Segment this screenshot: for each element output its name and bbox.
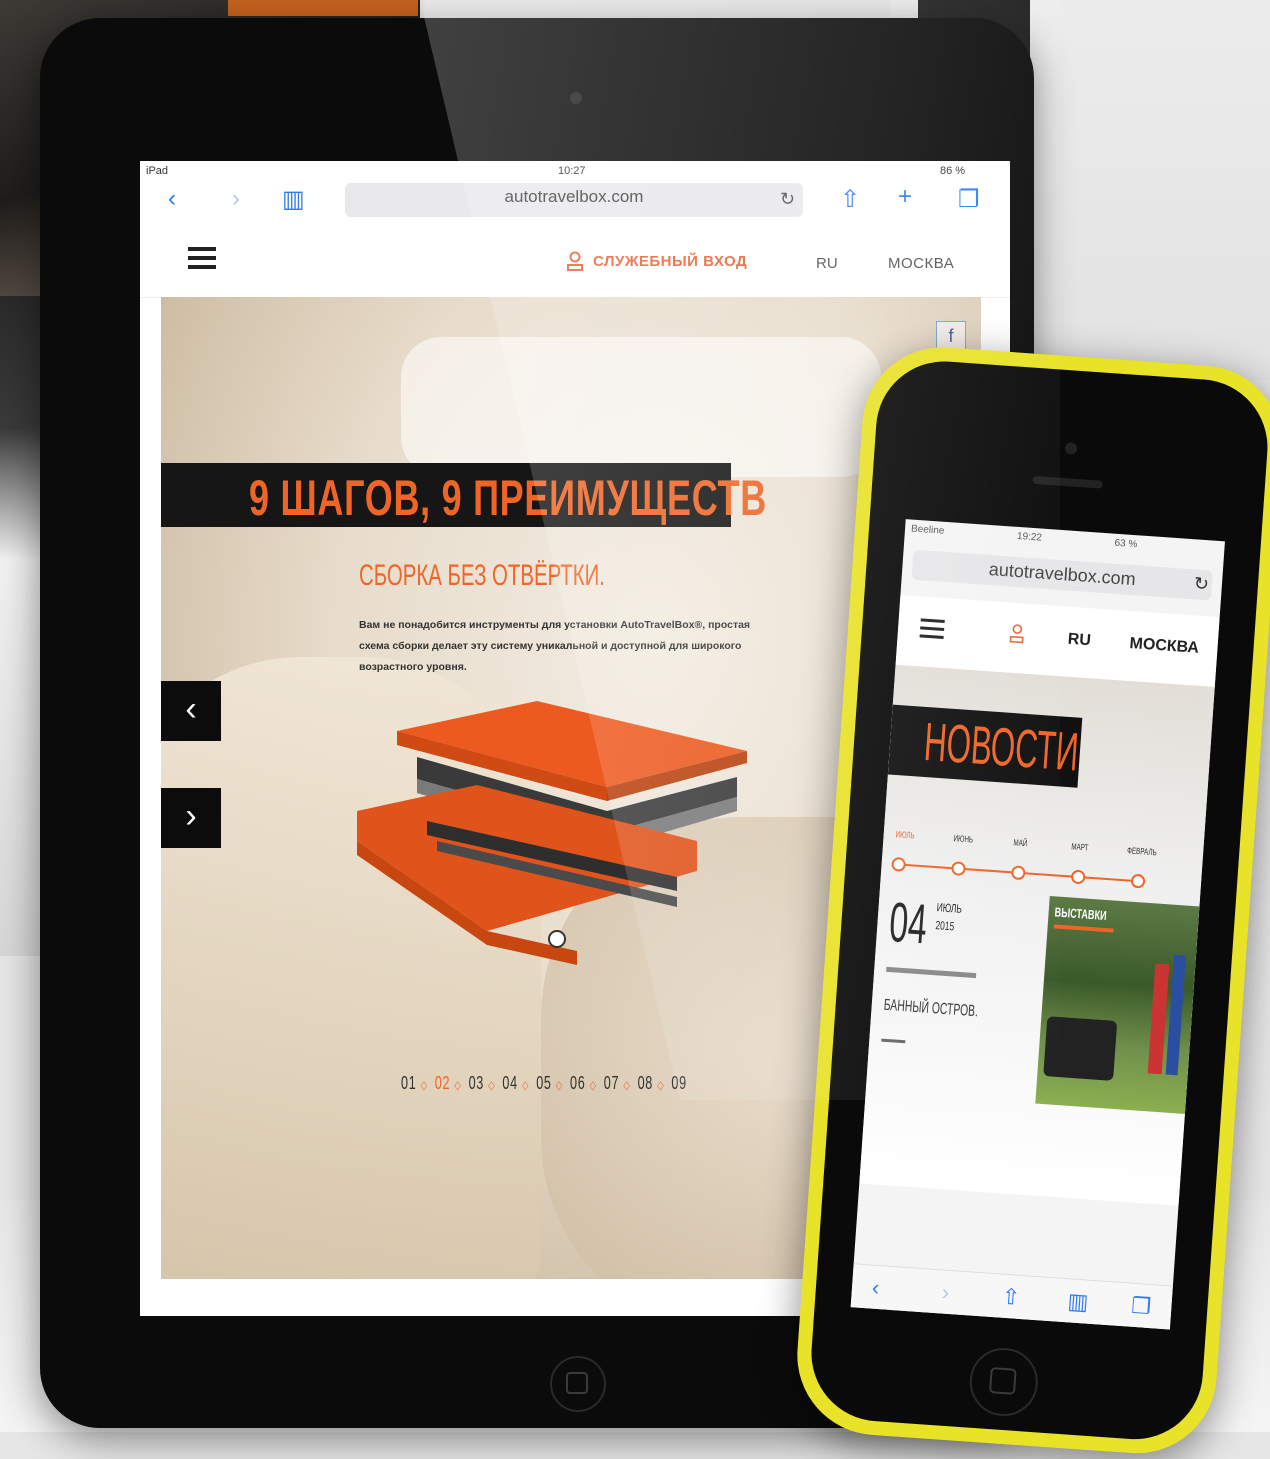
menu-icon[interactable] [919,618,945,644]
step-separator-icon: ◇ [589,1078,597,1092]
timeline-month[interactable]: МАРТ [1071,841,1089,852]
address-url: autotravelbox.com [504,187,644,206]
step-item[interactable]: 06 [570,1073,585,1094]
step-separator-icon: ◇ [420,1078,428,1092]
user-icon [567,251,583,271]
news-date-day: 04 [887,889,930,956]
timeline-month[interactable]: ИЮЛЬ [895,829,915,840]
bookmarks-icon[interactable]: ▥ [1067,1288,1089,1315]
slider-next-button[interactable]: › [161,788,221,848]
ipad-camera [570,92,582,104]
home-square-icon [566,1372,588,1394]
menu-icon[interactable] [188,247,216,274]
timeline-month[interactable]: ФЕВРАЛЬ [1127,845,1157,857]
forward-icon[interactable]: › [232,185,240,213]
news-card-label: ВЫСТАВКИ [1054,904,1108,924]
step-separator-icon: ◇ [555,1078,563,1092]
step-title: СБОРКА БЕЗ ОТВЁРТКИ. [359,559,605,592]
iphone-front: Beeline 19:22 63 % autotravelbox.com ↻ R… [806,356,1270,1444]
step-separator-icon: ◇ [488,1078,496,1092]
iphone-device: Beeline 19:22 63 % autotravelbox.com ↻ R… [791,342,1270,1459]
language-switch[interactable]: RU [1067,631,1091,651]
hero-title: 9 ШАГОВ, 9 ПРЕИМУЩЕСТВ [249,470,767,526]
news-card-accent [1053,924,1114,933]
step-item[interactable]: 09 [671,1073,686,1094]
background-photo-accent [228,0,418,16]
step-description: Вам не понадобится инструменты для устан… [359,619,751,673]
share-icon[interactable]: ⇧ [840,185,860,214]
product-box-illustration [357,701,747,965]
iphone-speaker [1032,475,1103,489]
step-item[interactable]: 04 [502,1073,517,1094]
news-date-year: 2015 [934,918,955,934]
step-item[interactable]: 07 [604,1073,619,1094]
iphone-screen: Beeline 19:22 63 % autotravelbox.com ↻ R… [850,519,1225,1330]
step-separator-icon: ◇ [657,1078,665,1092]
step-separator-icon: ◇ [623,1078,631,1092]
tabs-icon[interactable]: ❐ [1131,1293,1152,1320]
reload-icon[interactable]: ↻ [780,189,795,210]
card-vehicle [1043,1016,1118,1081]
step-item[interactable]: 08 [638,1073,653,1094]
ipad-status-battery: 86 % [940,165,966,177]
city-selector[interactable]: МОСКВА [888,255,954,272]
iphone-status-carrier: Beeline [910,523,945,537]
new-tab-icon[interactable]: + [898,183,912,211]
slider-prev-button[interactable]: ‹ [161,681,221,741]
step-item[interactable]: 05 [536,1073,551,1094]
back-icon[interactable]: ‹ [168,185,176,213]
iphone-status-time: 19:22 [1016,530,1043,544]
news-date-month: ИЮЛЬ [936,900,963,916]
iphone-status-battery: 63 % [1114,537,1138,551]
hero-background-window [401,337,881,477]
news-card-image[interactable]: ВЫСТАВКИ [1035,896,1200,1114]
language-switch[interactable]: RU [816,255,838,272]
user-icon[interactable] [1009,623,1024,644]
tabs-icon[interactable]: ❐ [958,185,980,214]
bookmarks-icon[interactable]: ▥ [282,185,305,214]
staff-login-link[interactable]: СЛУЖЕБНЫЙ ВХОД [593,253,747,270]
iphone-camera [1064,442,1078,455]
step-pagination: 01 ◇ 02 ◇ 03 ◇ 04 ◇ 05 ◇ 06 ◇ 07 ◇ 08 ◇ 09 [401,1073,688,1094]
step-item-active[interactable]: 02 [435,1073,450,1094]
step-item[interactable]: 01 [401,1073,416,1094]
ipad-status-carrier: iPad [146,165,169,177]
news-title: НОВОСТИ [922,711,1081,783]
reload-icon[interactable]: ↻ [1193,573,1209,595]
iphone-status-bar: Beeline 19:22 63 % [911,523,1219,555]
timeline-month[interactable]: ИЮНЬ [953,833,973,844]
home-square-icon [988,1367,1017,1395]
step-item[interactable]: 03 [469,1073,484,1094]
timeline-month[interactable]: МАЙ [1013,837,1028,848]
ipad-status-time: 10:27 [558,165,586,177]
step-separator-icon: ◇ [454,1078,462,1092]
step-separator-icon: ◇ [522,1078,530,1092]
share-icon[interactable]: ⇧ [1001,1284,1021,1311]
